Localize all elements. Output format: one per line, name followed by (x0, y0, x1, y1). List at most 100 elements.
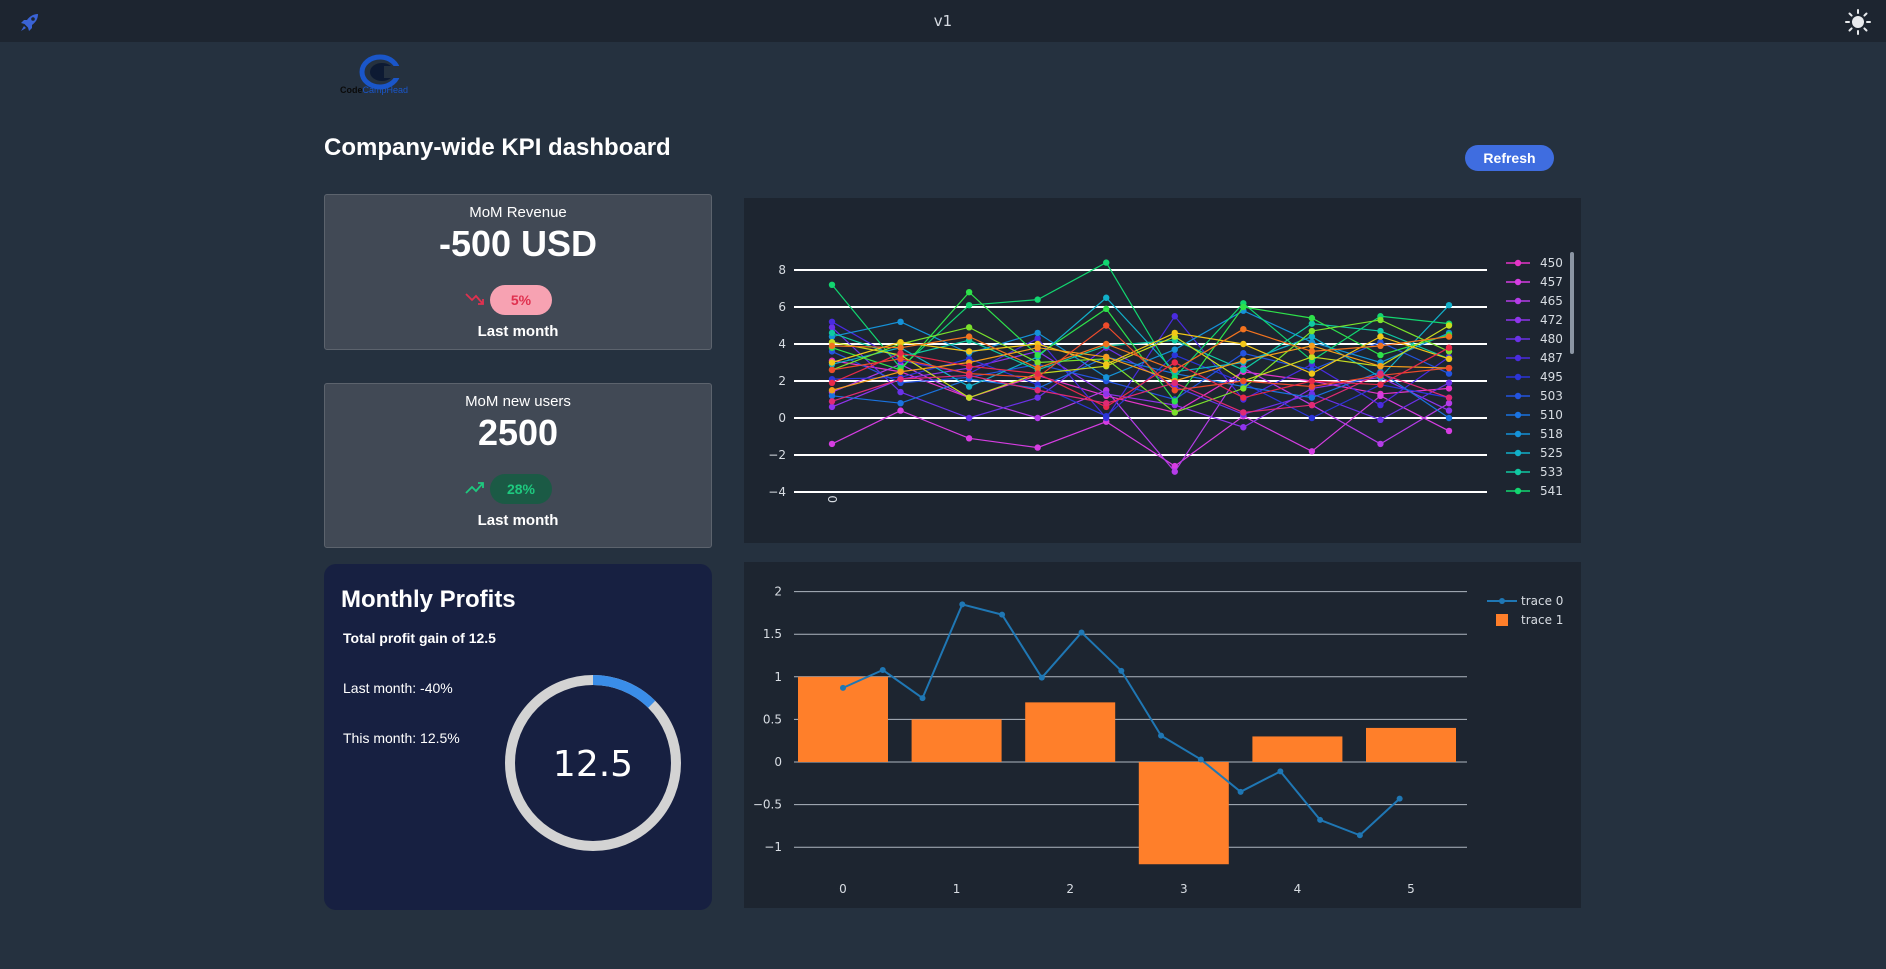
data-point (1103, 400, 1110, 407)
data-point (1034, 296, 1041, 303)
sun-icon[interactable] (1845, 9, 1871, 35)
legend-marker (1514, 487, 1522, 495)
data-point (828, 318, 836, 325)
data-point (828, 403, 836, 411)
data-point (1240, 326, 1247, 333)
data-point (1171, 313, 1178, 320)
data-point (999, 611, 1006, 618)
legend-marker (1514, 449, 1522, 457)
y-tick-label: 0 (774, 755, 782, 769)
x-tick-label: 4 (1294, 882, 1302, 896)
legend-swatch (1496, 614, 1508, 626)
data-point (828, 281, 836, 288)
data-point (1034, 364, 1041, 372)
kpi-value: -500 USD (438, 223, 598, 264)
data-point (828, 324, 836, 331)
profits-this-month: This month: 12.5% (343, 730, 460, 746)
y-tick-label: 2 (778, 374, 786, 388)
data-point (879, 666, 886, 673)
data-point (965, 394, 973, 401)
data-point (1103, 353, 1110, 361)
data-point (959, 601, 966, 608)
bar (1366, 727, 1456, 762)
data-point (1308, 314, 1316, 322)
data-point (965, 348, 973, 355)
legend-marker (1514, 430, 1522, 438)
legend-marker (1514, 278, 1522, 286)
data-point (1445, 364, 1453, 372)
data-point (840, 684, 846, 691)
multi-line-chart[interactable]: 8 6 4 2 0 −2 −4 0 450 457 465 472 480 487 495 503 510 518… (744, 198, 1581, 543)
trending-down-icon (465, 293, 484, 305)
legend-marker (1514, 297, 1522, 305)
refresh-button[interactable]: Refresh (1465, 145, 1554, 171)
data-point (1377, 363, 1384, 370)
legend-label: 518 (1540, 427, 1563, 441)
data-point (1038, 674, 1045, 681)
legend-marker (1499, 598, 1505, 604)
data-point (897, 350, 904, 357)
legend-marker (1514, 392, 1522, 400)
data-point (1034, 414, 1041, 422)
data-point (897, 338, 904, 346)
data-point (828, 342, 836, 350)
data-point (1445, 427, 1453, 435)
data-point (1308, 414, 1316, 422)
y-tick-label: 2 (774, 585, 782, 599)
data-point (828, 440, 836, 448)
data-point (1237, 788, 1244, 795)
y-tick-label: −1 (764, 840, 782, 854)
y-tick-label: 1 (774, 670, 782, 684)
data-point (1103, 412, 1110, 420)
top-bar: v1 (0, 0, 1886, 42)
bar-chart-panel: 2 1.5 1 0.5 0 −0.5 −1 0 1 2 3 4 5 trace 0 trace 1 (744, 562, 1581, 908)
data-point (1317, 816, 1324, 823)
legend-label: 457 (1540, 275, 1563, 289)
data-point (1240, 409, 1247, 416)
data-point (1034, 370, 1041, 377)
data-point (965, 383, 973, 390)
data-point (1445, 414, 1453, 422)
data-point (1171, 351, 1178, 359)
data-point (1171, 409, 1178, 416)
data-point (1445, 379, 1453, 387)
data-point (828, 392, 836, 399)
data-point (897, 388, 904, 396)
legend-marker (1514, 411, 1522, 419)
data-point (1396, 795, 1403, 802)
data-point (1445, 400, 1453, 407)
data-point (828, 366, 836, 374)
data-point (965, 372, 973, 379)
data-point (1445, 394, 1453, 401)
data-point (1377, 416, 1384, 424)
x-tick-label: 1 (953, 882, 961, 896)
data-point (1240, 357, 1247, 364)
legend-label: 533 (1540, 465, 1563, 479)
legend-marker (1514, 316, 1522, 324)
data-point (1034, 394, 1041, 401)
kpi-card-revenue: MoM Revenue -500 USD 5% Last month (324, 194, 712, 350)
data-point (1445, 370, 1453, 377)
data-point (1308, 377, 1316, 385)
legend-label: 495 (1540, 370, 1563, 384)
data-point (828, 398, 836, 405)
kpi-change-badge: 5% (490, 285, 552, 315)
y-tick-label: −2 (768, 448, 786, 462)
gauge-value: 12.5 (553, 744, 633, 785)
legend-label: trace 0 (1521, 594, 1563, 608)
data-point (1171, 468, 1178, 475)
data-point (1377, 327, 1384, 335)
legend-label: 472 (1540, 313, 1563, 327)
monthly-profits-card: Monthly Profits Total profit gain of 12.… (324, 564, 712, 910)
kpi-period: Last month (477, 323, 559, 340)
legend-label: 541 (1540, 484, 1563, 498)
data-point (828, 379, 836, 387)
data-point (1308, 333, 1316, 340)
data-point (1240, 303, 1247, 311)
data-point (1171, 398, 1178, 405)
data-point (897, 400, 904, 407)
data-point (1377, 392, 1384, 399)
data-point (1377, 351, 1384, 359)
y-tick-label: 0.5 (763, 712, 782, 726)
bar-line-chart[interactable]: 2 1.5 1 0.5 0 −0.5 −1 0 1 2 3 4 5 trace 0 trace 1 (744, 562, 1581, 908)
